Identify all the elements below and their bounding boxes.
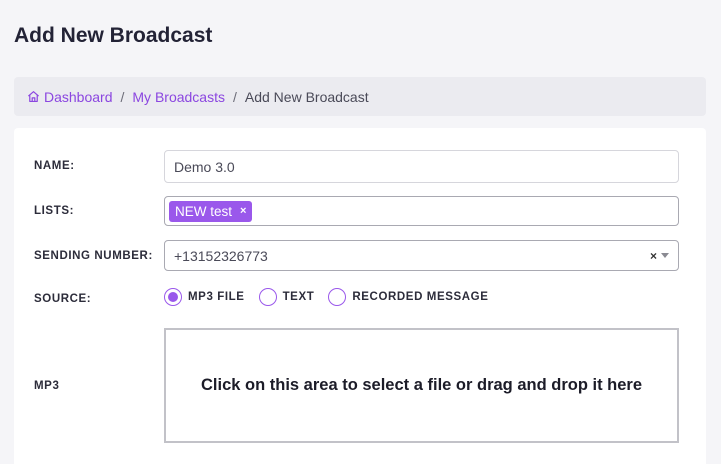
mp3-dropzone[interactable]: Click on this area to select a file or d… [164, 328, 679, 443]
mp3-label: MP3 [34, 380, 60, 392]
breadcrumb-dashboard-label: Dashboard [44, 88, 113, 105]
page-title: Add New Broadcast [14, 24, 213, 47]
lists-multiselect[interactable]: NEW test × [164, 196, 679, 226]
name-label: NAME: [34, 160, 75, 172]
sending-number-label: SENDING NUMBER: [34, 250, 153, 262]
source-option-label: TEXT [282, 291, 315, 303]
list-tag-label: NEW test [175, 203, 233, 219]
source-option-label: MP3 FILE [188, 291, 245, 303]
sending-number-value: +13152326773 [174, 247, 268, 264]
breadcrumb-dashboard-link[interactable]: Dashboard [27, 89, 113, 105]
source-option-recorded[interactable]: RECORDED MESSAGE [328, 288, 488, 306]
list-tag: NEW test × [169, 200, 253, 222]
clear-selection-icon[interactable]: × [650, 249, 657, 263]
tag-remove-icon[interactable]: × [240, 205, 246, 217]
chevron-down-icon[interactable] [661, 253, 669, 258]
name-input[interactable]: Demo 3.0 [164, 150, 679, 183]
name-input-value: Demo 3.0 [174, 158, 235, 175]
breadcrumb: Dashboard / My Broadcasts / Add New Broa… [14, 77, 706, 116]
radio-selected-icon [164, 288, 182, 306]
broadcast-form-card: NAME: Demo 3.0 LISTS: NEW test × SENDING… [14, 128, 706, 464]
source-option-label: RECORDED MESSAGE [352, 291, 489, 303]
breadcrumb-separator: / [120, 88, 125, 105]
sending-number-select[interactable]: +13152326773 × [164, 240, 679, 271]
breadcrumb-separator: / [232, 88, 237, 105]
lists-label: LISTS: [34, 205, 75, 217]
source-option-text[interactable]: TEXT [258, 288, 315, 306]
source-radio-group: MP3 FILE TEXT RECORDED MESSAGE [164, 288, 502, 306]
breadcrumb-my-broadcasts-link[interactable]: My Broadcasts [132, 89, 225, 105]
radio-unselected-icon [258, 288, 277, 306]
breadcrumb-current: Add New Broadcast [244, 88, 369, 105]
home-icon [28, 91, 39, 103]
dropzone-text: Click on this area to select a file or d… [200, 376, 643, 394]
source-option-mp3[interactable]: MP3 FILE [164, 288, 245, 306]
radio-unselected-icon [328, 288, 347, 306]
source-label: SOURCE: [34, 293, 92, 305]
